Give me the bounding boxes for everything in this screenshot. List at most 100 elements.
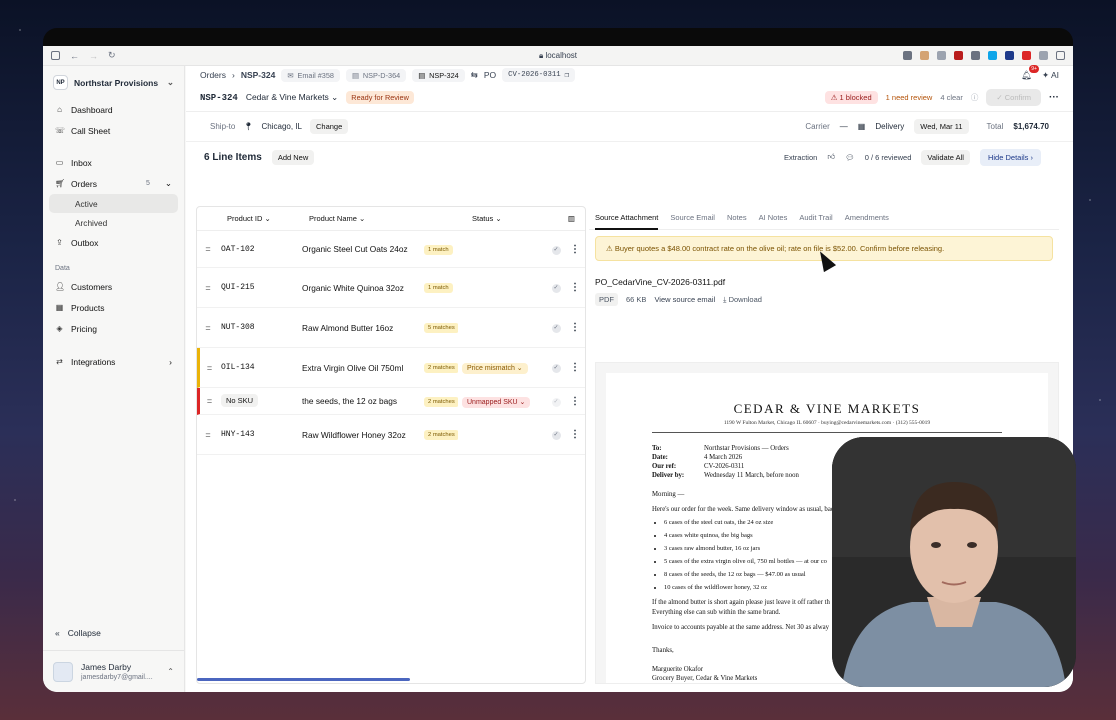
- extension-icon[interactable]: [1005, 51, 1014, 60]
- product-id: OIL-134: [221, 363, 255, 372]
- extension-icon[interactable]: [920, 51, 929, 60]
- row-menu-icon[interactable]: ⋮: [566, 396, 584, 407]
- sidebar-item-archived[interactable]: Archived: [49, 213, 178, 232]
- sidebar-item-products[interactable]: ▦ Products: [49, 297, 178, 318]
- extension-icon[interactable]: [1039, 51, 1048, 60]
- tab-notes[interactable]: Notes: [727, 213, 747, 222]
- review-check-icon[interactable]: ✓: [551, 397, 561, 407]
- tab-ai-notes[interactable]: AI Notes: [759, 213, 788, 222]
- sidebar-item-outbox[interactable]: ⇪ Outbox: [49, 232, 178, 253]
- customer-selector[interactable]: Cedar & Vine Markets ⌄: [246, 92, 338, 103]
- comment-icon[interactable]: 💬︎: [845, 153, 855, 162]
- sidebar-item-integrations[interactable]: ⇄ Integrations ›: [49, 351, 178, 372]
- drag-handle-icon[interactable]: =: [200, 396, 219, 406]
- no-sku-badge[interactable]: No SKU: [221, 394, 259, 407]
- table-row[interactable]: = OAT-102 Organic Steel Cut Oats 24oz 1 …: [197, 231, 585, 268]
- columns-icon[interactable]: ▥: [568, 214, 575, 223]
- extension-icon[interactable]: [903, 51, 912, 60]
- org-switcher[interactable]: NP Northstar Provisions ⌄: [43, 66, 184, 99]
- sidebar-item-call-sheet[interactable]: ☏ Call Sheet: [49, 120, 178, 141]
- add-new-button[interactable]: Add New: [271, 149, 315, 165]
- status-unmapped-sku[interactable]: Unmapped SKU ⌄: [462, 396, 531, 408]
- review-check-icon[interactable]: ✓: [551, 284, 561, 293]
- line-items-title: 6 Line Items: [204, 151, 262, 163]
- need-review-count[interactable]: 1 need review: [886, 93, 933, 102]
- doc-link[interactable]: ▤ NSP-D-364: [345, 68, 407, 82]
- col-product-id[interactable]: Product ID ⌄: [219, 214, 299, 223]
- doc-deliver: Wednesday 11 March, before noon: [704, 472, 799, 479]
- status-price-mismatch[interactable]: Price mismatch ⌄: [462, 363, 528, 374]
- extension-icon[interactable]: [954, 51, 963, 60]
- tab-amendments[interactable]: Amendments: [845, 213, 889, 222]
- sidebar-item-customers[interactable]: 👤︎ Customers: [49, 276, 178, 297]
- sidebar-item-inbox[interactable]: ▭ Inbox: [49, 152, 178, 173]
- order-link[interactable]: ▤ NSP-324: [412, 68, 465, 82]
- extension-icon[interactable]: [971, 51, 980, 60]
- user-menu[interactable]: James Darby jamesdarby7@gmail.... ⌃: [43, 650, 184, 692]
- sidebar-item-pricing[interactable]: ◈ Pricing: [49, 318, 178, 339]
- drag-handle-icon[interactable]: =: [197, 283, 219, 293]
- bell-icon[interactable]: 🔔︎ 9+: [1021, 64, 1039, 81]
- col-product-name[interactable]: Product Name ⌄: [299, 214, 458, 223]
- table-row[interactable]: = QUI-215 Organic White Quinoa 32oz 1 ma…: [197, 268, 585, 308]
- review-check-icon[interactable]: ✓: [551, 431, 561, 440]
- collapse-button[interactable]: «Collapse: [55, 628, 101, 638]
- review-check-icon[interactable]: ✓: [551, 364, 561, 373]
- sidebar-item-active[interactable]: Active: [49, 194, 178, 213]
- sidebar-item-dashboard[interactable]: ⌂ Dashboard: [49, 99, 178, 120]
- table-row[interactable]: = HNY-143 Raw Wildflower Honey 32oz 2 ma…: [197, 415, 585, 455]
- matches-badge[interactable]: 5 matches: [424, 323, 458, 333]
- table-row[interactable]: = NUT-308 Raw Almond Butter 16oz 5 match…: [197, 308, 585, 348]
- drag-handle-icon[interactable]: =: [197, 244, 219, 254]
- tab-source-email[interactable]: Source Email: [670, 213, 715, 222]
- inbox-icon: ▭: [55, 158, 64, 167]
- row-menu-icon[interactable]: ⋮: [566, 429, 584, 440]
- extension-icon[interactable]: [988, 51, 997, 60]
- hide-details-button[interactable]: Hide Details ›: [979, 148, 1041, 166]
- matches-badge[interactable]: 2 matches: [424, 396, 458, 407]
- drag-handle-icon[interactable]: =: [200, 363, 219, 373]
- row-menu-icon[interactable]: ⋮: [566, 282, 584, 293]
- sidebar: NP Northstar Provisions ⌄ ⌂ Dashboard ☏ Ca…: [43, 66, 185, 692]
- col-status[interactable]: Status ⌄: [458, 214, 546, 223]
- more-menu-icon[interactable]: ···: [1049, 92, 1059, 103]
- matches-badge[interactable]: 2 matches: [424, 363, 458, 373]
- matches-badge[interactable]: 2 matches: [424, 430, 458, 440]
- split-view-icon[interactable]: [1056, 51, 1065, 60]
- info-icon[interactable]: ⓘ: [971, 92, 979, 103]
- sidebar-item-orders[interactable]: 🛒︎ Orders 5 ⌄: [49, 173, 178, 194]
- table-row[interactable]: = No SKU the seeds, the 12 oz bags 2 mat…: [197, 388, 585, 415]
- thumbs-up-icon[interactable]: 👍︎: [827, 152, 835, 162]
- matches-badge[interactable]: 1 match: [424, 283, 453, 293]
- row-menu-icon[interactable]: ⋮: [566, 322, 584, 333]
- matches-badge[interactable]: 1 match: [424, 244, 453, 255]
- review-check-icon[interactable]: ✓: [551, 324, 561, 333]
- tab-source-attachment[interactable]: Source Attachment: [595, 213, 659, 230]
- product-id: HNY-143: [221, 430, 255, 439]
- delivery-date[interactable]: Wed, Mar 11: [914, 119, 969, 134]
- carrier-value[interactable]: —: [840, 122, 848, 131]
- email-link[interactable]: ✉ Email #358: [281, 68, 340, 82]
- blocked-badge[interactable]: ⚠ 1 blocked: [824, 91, 878, 104]
- location-pin-icon: 📍︎: [243, 122, 254, 131]
- row-menu-icon[interactable]: ⋮: [566, 362, 584, 373]
- ai-button[interactable]: ✦ AI: [1042, 70, 1059, 81]
- tab-audit-trail[interactable]: Audit Trail: [799, 213, 832, 222]
- sync-icon[interactable]: ⇆: [471, 70, 478, 81]
- confirm-button[interactable]: ✓ Confirm: [986, 89, 1041, 106]
- drag-handle-icon[interactable]: =: [197, 430, 219, 440]
- change-button[interactable]: Change: [309, 119, 349, 134]
- extension-icon[interactable]: [1022, 51, 1031, 60]
- table-row[interactable]: = OIL-134 Extra Virgin Olive Oil 750ml 2…: [197, 348, 585, 388]
- view-source-email-link[interactable]: View source email: [654, 295, 715, 304]
- row-menu-icon[interactable]: ⋮: [566, 244, 584, 255]
- review-check-icon[interactable]: ✓: [551, 245, 561, 255]
- drag-handle-icon[interactable]: =: [197, 323, 219, 333]
- download-link[interactable]: ⤓ Download: [723, 295, 762, 305]
- horizontal-scrollbar[interactable]: [197, 678, 410, 681]
- extensions-bar: [903, 51, 1065, 60]
- extension-icon[interactable]: [937, 51, 946, 60]
- breadcrumb-orders[interactable]: Orders: [200, 70, 226, 80]
- validate-all-button[interactable]: Validate All: [921, 149, 970, 165]
- po-number[interactable]: CV-2026-0311 ❐: [502, 68, 576, 82]
